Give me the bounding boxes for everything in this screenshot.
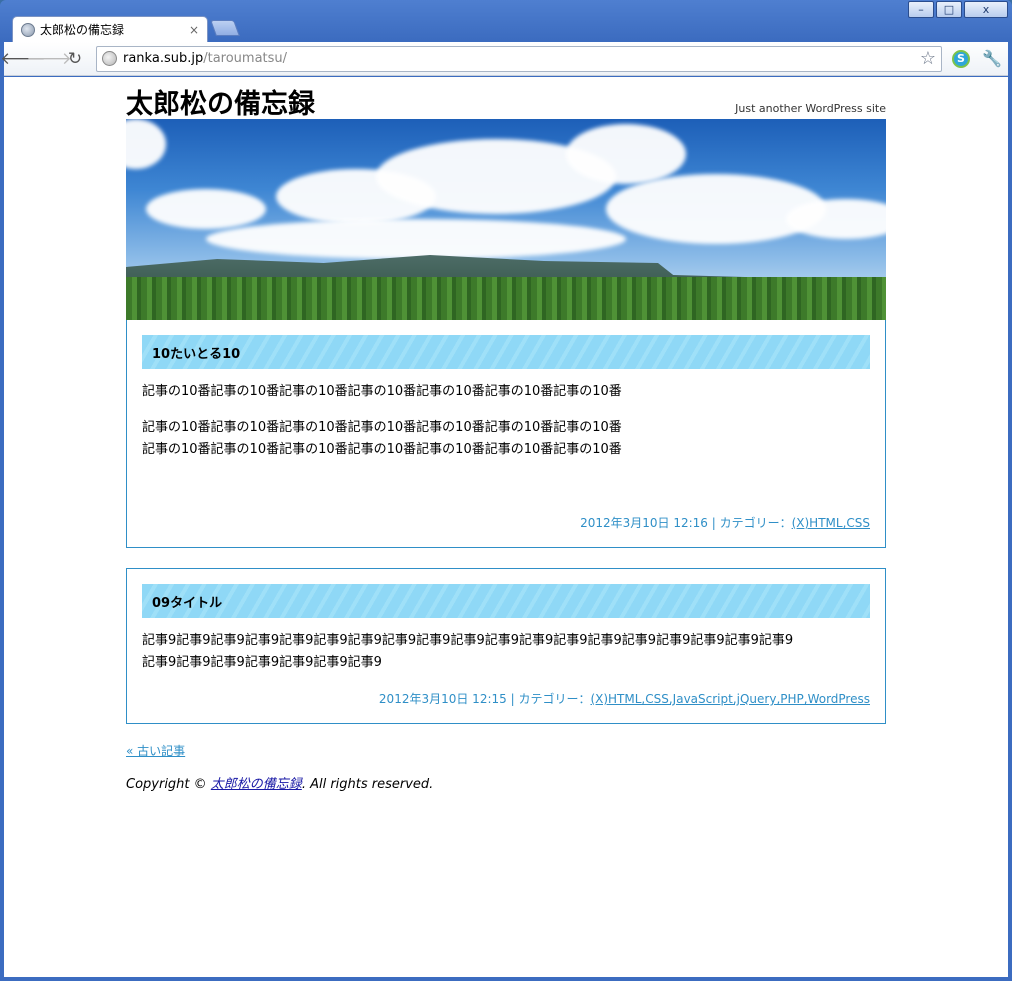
close-window-button[interactable]: x: [964, 1, 1008, 18]
reload-button[interactable]: ↻: [62, 46, 88, 72]
reload-icon: ↻: [67, 48, 83, 69]
bookmark-star-icon[interactable]: ☆: [920, 48, 936, 69]
post-body: 記事の10番記事の10番記事の10番記事の10番記事の10番記事の10番記事の1…: [142, 381, 870, 461]
close-icon[interactable]: ×: [189, 23, 199, 37]
post-date: 2012年3月10日 12:15: [378, 692, 507, 706]
post-meta: 2012年3月10日 12:15 | カテゴリー：(X)HTML,CSS,Jav…: [379, 690, 870, 707]
tab-title: 太郎松の備忘録: [40, 23, 125, 37]
cloud: [206, 219, 626, 259]
url-host: ranka.sub.jp: [123, 51, 204, 66]
skype-extension-icon[interactable]: S: [952, 49, 970, 68]
site-header: 太郎松の備忘録 Just another WordPress site: [126, 77, 886, 121]
address-bar[interactable]: ranka.sub.jp/taroumatsu/ ☆: [96, 45, 942, 72]
post-date: 2012年3月10日 12:16: [580, 516, 708, 530]
site-title[interactable]: 太郎松の備忘録: [126, 82, 315, 121]
browser-toolbar: 🡐 🡒 ↻ ranka.sub.jp/taroumatsu/ ☆ S 🔧: [0, 42, 1008, 76]
cloud: [566, 124, 686, 184]
forward-button[interactable]: 🡒: [26, 46, 72, 72]
category-label: | カテゴリー：: [711, 516, 792, 530]
post-body: 記事9記事9記事9記事9記事9記事9記事9記事9記事9記事9記事9記事9記事9記…: [142, 630, 870, 674]
cloud: [126, 119, 166, 169]
title-bar: 太郎松の備忘録 × – □ x: [0, 0, 1012, 42]
post-paragraph: 記事の10番記事の10番記事の10番記事の10番記事の10番記事の10番記事の1…: [142, 420, 622, 457]
tab-active[interactable]: 太郎松の備忘録 ×: [12, 16, 208, 42]
older-posts-link[interactable]: « 古い記事: [126, 742, 185, 759]
url-path: /taroumatsu/: [203, 51, 288, 66]
minimize-button[interactable]: –: [908, 1, 934, 18]
category-link[interactable]: (X)HTML,CSS: [792, 516, 870, 530]
copyright: Copyright © 太郎松の備忘録. All rights reserved…: [126, 777, 434, 792]
post-meta: 2012年3月10日 12:16 | カテゴリー：(X)HTML,CSS: [580, 514, 870, 531]
post-09: 09タイトル 記事9記事9記事9記事9記事9記事9記事9記事9記事9記事9記事9…: [126, 568, 886, 724]
new-tab-button[interactable]: [210, 20, 240, 36]
site-description: Just another WordPress site: [735, 102, 886, 115]
header-image: [126, 119, 886, 320]
post-title[interactable]: 10たいとる10: [142, 335, 870, 369]
category-link[interactable]: (X)HTML,CSS,JavaScript,jQuery,PHP,WordPr…: [590, 692, 870, 706]
category-label: | カテゴリー：: [510, 692, 591, 706]
maximize-button[interactable]: □: [936, 1, 962, 18]
cloud: [786, 199, 886, 239]
post-10: 10たいとる10 記事の10番記事の10番記事の10番記事の10番記事の10番記…: [126, 320, 886, 548]
footer-site-link[interactable]: 太郎松の備忘録: [211, 777, 302, 792]
window-controls: – □ x: [908, 1, 1008, 18]
cloud: [146, 189, 266, 229]
globe-icon: [21, 22, 35, 37]
post-title[interactable]: 09タイトル: [142, 584, 870, 618]
post-paragraph: 記事の10番記事の10番記事の10番記事の10番記事の10番記事の10番記事の1…: [142, 384, 622, 399]
wrench-icon[interactable]: 🔧: [982, 49, 1002, 68]
page-wrapper: 太郎松の備忘録 Just another WordPress site 10たい…: [126, 77, 886, 792]
page-viewport: 太郎松の備忘録 Just another WordPress site 10たい…: [4, 77, 1008, 977]
field: [126, 277, 886, 320]
browser-window: 太郎松の備忘録 × – □ x 🡐 🡒 ↻ ranka.sub.jp/tarou…: [0, 0, 1012, 981]
page-icon: [102, 51, 117, 66]
post-paragraph: 記事9記事9記事9記事9記事9記事9記事9記事9記事9記事9記事9記事9記事9記…: [142, 633, 794, 670]
